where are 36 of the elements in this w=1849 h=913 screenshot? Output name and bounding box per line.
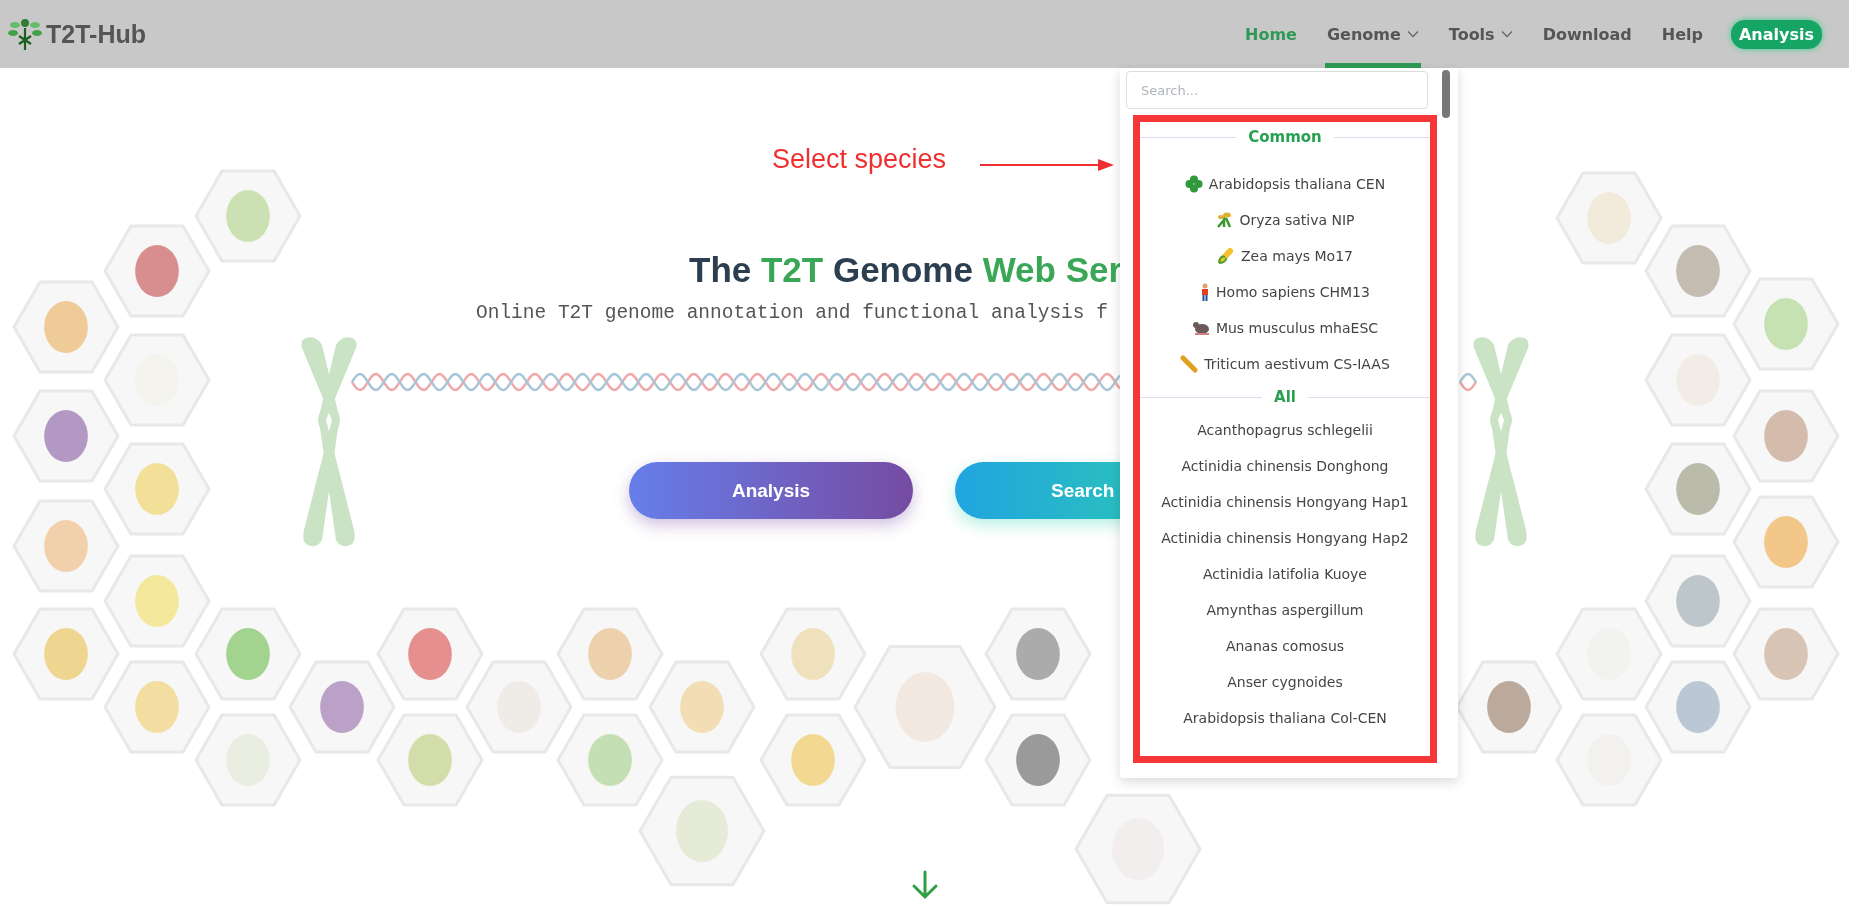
species-option[interactable]: Oryza sativa NIP [1140,202,1430,238]
corn-icon [1217,247,1235,265]
nav-link[interactable]: Tools [1446,0,1515,68]
species-option[interactable]: Zea mays Mo17 [1140,238,1430,274]
bar-icon [1180,355,1199,373]
section-title: All [1274,388,1296,406]
person-icon [1200,283,1211,301]
mouse-icon [1191,320,1210,336]
brand-name[interactable]: T2T-Hub [46,19,146,49]
caret-icon [1500,30,1513,38]
species-option[interactable]: Actinidia chinensis Hongyang Hap2 [1140,520,1430,556]
species-option[interactable]: Arabidopsis thaliana CEN [1140,166,1430,202]
species-option[interactable]: Amynthas aspergillum [1140,592,1430,628]
caret-icon [1406,30,1419,38]
section-title: Common [1248,128,1322,146]
species-option[interactable]: Actinidia latifolia Kuoye [1140,556,1430,592]
nav-link[interactable]: Help [1659,0,1705,68]
species-option[interactable]: Anser cygnoides [1140,664,1430,700]
logo-icon [8,16,42,52]
annotation-label: Select species [772,144,947,175]
analysis-button[interactable]: Analysis [629,462,913,519]
search-field[interactable]: Search... [1126,71,1428,109]
species-option[interactable]: Mus musculus mhaESC [1140,310,1430,346]
species-option[interactable]: Acanthopagrus schlegelii [1140,412,1430,448]
scrollbar-thumb[interactable] [1442,70,1450,118]
down-arrow-icon[interactable] [912,870,938,900]
hero-subtitle: Online T2T genome annotation and functional analysis f [476,302,1108,324]
nav-link[interactable]: Download [1540,0,1634,68]
plant-icon [1215,211,1234,229]
clover-icon [1184,175,1203,193]
species-option[interactable]: Homo sapiens CHM13 [1140,274,1430,310]
hero-title: The T2T Genome Web Ser [689,249,1123,291]
dna-helix-drawing [1458,372,1478,392]
species-option[interactable]: Ananas comosus [1140,628,1430,664]
species-option[interactable]: Triticum aestivum CS-IAAS [1140,346,1430,382]
species-option[interactable]: Arabidopsis thaliana Col-CEN [1140,700,1430,736]
